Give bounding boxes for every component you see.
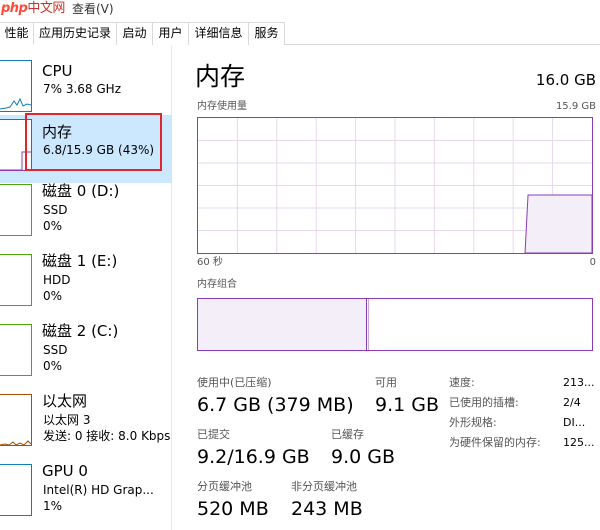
sidebar-sub-gpu0-name: Intel(R) HD Grap... — [43, 483, 154, 497]
tab-app-history[interactable]: 应用历史记录 — [34, 22, 117, 45]
composition-modified-segment — [367, 299, 370, 350]
cpu-thumbnail-graph — [0, 60, 32, 112]
memory-composition-label: 内存组合 — [197, 279, 237, 290]
sidebar-title-disk2: 磁盘 2 (C:) — [42, 322, 119, 340]
sidebar-title-memory: 内存 — [42, 123, 73, 141]
memory-thumbnail-graph — [0, 119, 32, 171]
tab-details[interactable]: 详细信息 — [189, 22, 249, 45]
sidebar-item-disk0[interactable]: 磁盘 0 (D:) SSD 0% — [0, 180, 172, 248]
sidebar-item-disk2[interactable]: 磁盘 2 (C:) SSD 0% — [0, 320, 172, 388]
tab-performance[interactable]: 性能 — [0, 22, 34, 45]
watermark-latin: php — [1, 1, 28, 16]
spec-reserved-value: 125... — [563, 436, 595, 449]
stat-in-use-value: 6.7 GB (379 MB) — [197, 394, 354, 416]
memory-total: 16.0 GB — [535, 71, 596, 89]
spec-speed-key: 速度: — [449, 376, 475, 389]
spec-form-factor-key: 外形规格: — [449, 416, 497, 429]
disk2-thumbnail-graph — [0, 324, 32, 376]
sidebar-title-cpu: CPU — [42, 62, 73, 80]
menu-view[interactable]: 查看(V) — [72, 1, 114, 17]
stat-cached-value: 9.0 GB — [331, 446, 396, 468]
memory-usage-area — [524, 194, 593, 254]
tab-services[interactable]: 服务 — [249, 22, 285, 45]
sidebar-sub-ethernet-name: 以太网 3 — [43, 413, 91, 427]
memory-sparkline — [0, 151, 31, 170]
spec-slots-value: 2/4 — [563, 396, 581, 409]
tab-users[interactable]: 用户 — [153, 22, 189, 45]
performance-sidebar: CPU 7% 3.68 GHz 内存 6.8/15.9 GB (43%) 磁盘 … — [0, 46, 172, 530]
watermark-cn: 中文网 — [27, 1, 65, 16]
watermark-logo: php中文网 — [0, 0, 65, 19]
memory-usage-graph — [197, 117, 593, 254]
memory-usage-svg — [198, 118, 593, 254]
sidebar-sub-cpu: 7% 3.68 GHz — [43, 82, 122, 96]
tab-startup[interactable]: 启动 — [117, 22, 153, 45]
spec-speed-value: 213... — [563, 376, 595, 389]
stat-available-value: 9.1 GB — [375, 394, 440, 416]
sidebar-title-gpu0: GPU 0 — [42, 462, 88, 480]
spec-form-factor-value: DI... — [563, 416, 586, 429]
memory-composition-bar — [197, 298, 593, 351]
sidebar-sub-ethernet-rate: 发送: 0 接收: 8.0 Kbps — [43, 429, 171, 443]
sidebar-item-memory[interactable]: 内存 6.8/15.9 GB (43%) — [0, 115, 172, 183]
sidebar-sub-disk2-usage: 0% — [43, 359, 63, 373]
gpu0-thumbnail-graph — [0, 464, 32, 516]
ethernet-thumbnail-graph — [0, 394, 32, 446]
sidebar-sub-gpu0-usage: 1% — [43, 499, 63, 513]
spec-slots-key: 已使用的插槽: — [449, 396, 519, 409]
sidebar-sub-disk1-type: HDD — [43, 273, 71, 287]
disk1-thumbnail-graph — [0, 254, 32, 306]
spec-reserved-key: 为硬件保留的内存: — [449, 436, 541, 449]
sidebar-sub-disk0-usage: 0% — [43, 219, 63, 233]
stat-cached-label: 已缓存 — [331, 428, 364, 441]
sidebar-title-ethernet: 以太网 — [42, 392, 88, 410]
composition-in-use-segment — [198, 299, 368, 350]
stat-committed-value: 9.2/16.9 GB — [197, 446, 310, 468]
stat-available-label: 可用 — [375, 376, 397, 389]
graph-time-left: 60 秒 — [197, 257, 223, 268]
memory-usage-label: 内存使用量 — [197, 101, 247, 112]
ethernet-sparkline — [0, 440, 31, 445]
sidebar-title-disk1: 磁盘 1 (E:) — [42, 252, 118, 270]
cpu-sparkline-line — [0, 97, 31, 110]
sidebar-sub-disk2-type: SSD — [43, 343, 68, 357]
memory-usage-max: 15.9 GB — [555, 101, 596, 112]
memory-sparkline-line — [0, 151, 31, 170]
sidebar-sub-disk0-type: SSD — [43, 203, 68, 217]
sidebar-sub-disk1-usage: 0% — [43, 289, 63, 303]
sidebar-title-disk0: 磁盘 0 (D:) — [42, 182, 120, 200]
ethernet-sparkline-line — [0, 440, 31, 445]
memory-detail-panel: 内存 16.0 GB 内存使用量 15.9 GB 60 秒 0 内存组合 使用中… — [195, 46, 600, 530]
stat-nonpaged-pool-value: 243 MB — [291, 498, 363, 520]
sidebar-item-disk1[interactable]: 磁盘 1 (E:) HDD 0% — [0, 250, 172, 318]
memory-title: 内存 — [195, 62, 246, 91]
stat-in-use-label: 使用中(已压缩) — [197, 376, 272, 389]
graph-time-right: 0 — [589, 257, 596, 268]
stat-paged-pool-value: 520 MB — [197, 498, 269, 520]
stat-nonpaged-pool-label: 非分页缓冲池 — [291, 480, 357, 493]
sidebar-item-ethernet[interactable]: 以太网 以太网 3 发送: 0 接收: 8.0 Kbps — [0, 390, 172, 458]
tab-strip: 性能 应用历史记录 启动 用户 详细信息 服务 — [0, 22, 600, 45]
menu-bar: php中文网 查看(V) — [0, 0, 600, 19]
stat-committed-label: 已提交 — [197, 428, 230, 441]
cpu-sparkline — [0, 97, 31, 110]
sidebar-item-gpu0[interactable]: GPU 0 Intel(R) HD Grap... 1% — [0, 460, 172, 528]
stat-paged-pool-label: 分页缓冲池 — [197, 480, 252, 493]
sidebar-sub-memory: 6.8/15.9 GB (43%) — [43, 143, 155, 157]
disk0-thumbnail-graph — [0, 184, 32, 236]
